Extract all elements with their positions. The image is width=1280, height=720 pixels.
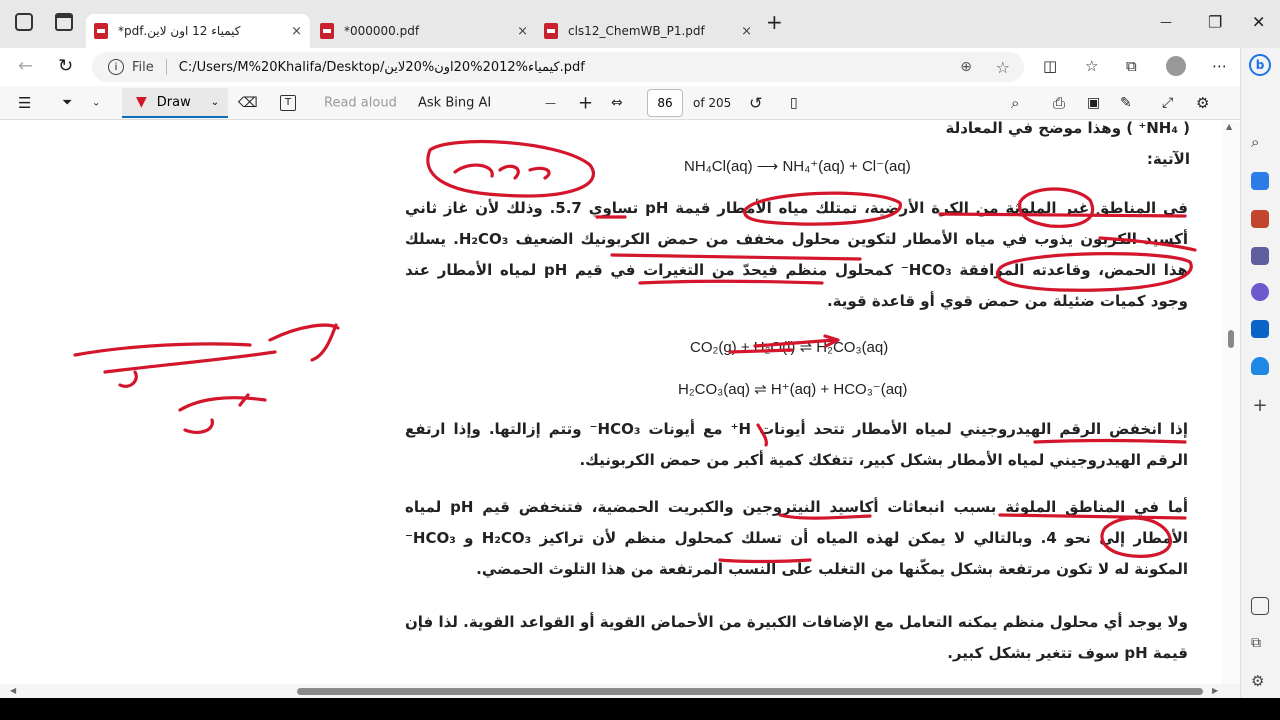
tab-chem-online[interactable]: كيمياء 12 اون لاين.pdf* × xyxy=(86,14,310,48)
microsoft365-icon[interactable] xyxy=(1251,283,1269,301)
collections-icon[interactable]: ⧉ xyxy=(1126,57,1137,75)
taskbar-strip xyxy=(0,698,1280,720)
pdf-icon xyxy=(320,23,334,39)
more-options-icon[interactable]: ⋯ xyxy=(1212,57,1227,75)
contents-icon[interactable]: ☰ xyxy=(18,94,31,112)
profile-avatar[interactable] xyxy=(1166,56,1186,76)
rotate-icon[interactable]: ↺ xyxy=(749,94,762,113)
tab-title: كيمياء 12 اون لاين.pdf* xyxy=(118,24,241,38)
workspaces-icon[interactable] xyxy=(15,13,33,31)
minimize-button[interactable]: — xyxy=(1160,15,1172,29)
sidebar-layout-icon[interactable] xyxy=(1251,597,1269,615)
eraser-icon[interactable]: ⌫ xyxy=(238,95,258,111)
close-tab-button[interactable]: × xyxy=(741,24,752,39)
page-total: of 205 xyxy=(693,96,732,110)
add-sidebar-icon[interactable]: + xyxy=(1251,397,1269,416)
paragraph-unpolluted: في المناطق غير الملوثة من الكرة الأرضية،… xyxy=(405,199,1188,310)
search-icon[interactable]: ⌕ xyxy=(1011,94,1019,112)
pdf-icon xyxy=(94,23,108,39)
pdf-icon xyxy=(544,23,558,39)
page-view-icon[interactable]: ▯ xyxy=(790,95,798,111)
tab-title: cls12_ChemWB_P1.pdf xyxy=(568,24,705,38)
protocol-label: File xyxy=(132,59,154,75)
tab-actions-icon[interactable] xyxy=(55,13,73,31)
save-as-icon[interactable]: ✎ xyxy=(1120,95,1132,111)
address-bar[interactable]: i File C:/Users/M%20Khalifa/Desktop/كيمي… xyxy=(92,52,1024,82)
highlight-icon[interactable]: ⏷ xyxy=(62,96,72,111)
close-tab-button[interactable]: × xyxy=(517,24,528,39)
sidebar-settings-icon[interactable]: ⚙ xyxy=(1251,672,1269,690)
tab-cls12[interactable]: cls12_ChemWB_P1.pdf × xyxy=(536,14,760,48)
equation-carbonic-formation: CO₂(g) + H₂O(l) ⇌ H₂CO₃(aq) xyxy=(690,339,889,356)
page-number-input[interactable]: 86 xyxy=(647,89,683,117)
equation-ammonium-chloride: NH₄Cl(aq) ⟶ NH₄⁺(aq) + Cl⁻(aq) xyxy=(684,158,911,175)
text-box-icon[interactable]: T xyxy=(280,95,296,111)
back-icon[interactable]: ← xyxy=(18,56,33,77)
print-icon[interactable]: ⎙ xyxy=(1053,94,1065,112)
new-tab-button[interactable]: + xyxy=(766,10,783,34)
tools-icon[interactable] xyxy=(1251,210,1269,228)
split-screen-icon[interactable]: ◫ xyxy=(1043,57,1057,75)
restore-button[interactable]: ❐ xyxy=(1208,13,1222,32)
vertical-scroll-thumb[interactable] xyxy=(1228,330,1234,348)
fullscreen-icon[interactable]: ⤢ xyxy=(1162,95,1173,111)
search-icon[interactable]: ⌕ xyxy=(1251,133,1269,151)
zoom-in-button[interactable]: + xyxy=(578,93,593,114)
close-window-button[interactable]: ✕ xyxy=(1252,13,1265,32)
drop-icon[interactable] xyxy=(1251,357,1269,375)
read-aloud-button[interactable]: Read aloud xyxy=(324,96,397,111)
horizontal-scroll-thumb[interactable] xyxy=(297,688,1203,695)
games-icon[interactable] xyxy=(1251,247,1269,265)
bing-copilot-icon[interactable]: b xyxy=(1249,54,1271,76)
favorites-icon[interactable]: ☆ xyxy=(1085,57,1098,75)
info-icon[interactable]: i xyxy=(108,59,124,75)
vertical-scrollbar[interactable] xyxy=(1222,121,1240,684)
pen-icon: ▼ xyxy=(136,94,147,110)
draw-button[interactable]: ▼ Draw ⌄ xyxy=(122,88,228,118)
save-icon[interactable]: ▣ xyxy=(1087,95,1100,111)
title-bar: كيمياء 12 اون لاين.pdf* × *000000.pdf × … xyxy=(0,0,1280,48)
settings-gear-icon[interactable]: ⚙ xyxy=(1196,94,1209,112)
zoom-icon[interactable]: ⊕ xyxy=(960,59,972,75)
fit-page-icon[interactable]: ⇔ xyxy=(611,95,623,111)
draw-label: Draw xyxy=(156,94,191,110)
favorite-star-icon[interactable]: ☆ xyxy=(996,58,1010,77)
refresh-icon[interactable]: ↻ xyxy=(58,56,73,77)
scroll-left-arrow[interactable]: ◀ xyxy=(10,686,16,695)
scroll-right-arrow[interactable]: ▶ xyxy=(1212,686,1218,695)
divider xyxy=(165,59,167,75)
chevron-down-icon: ⌄ xyxy=(210,96,220,108)
top-partial-line: ( NH₄⁺ ) وهذا موضح في المعادلة الآتية: xyxy=(945,119,1190,168)
zoom-out-button[interactable]: — xyxy=(545,97,556,110)
ask-bing-button[interactable]: Ask Bing AI xyxy=(418,96,491,111)
tab-title: *000000.pdf xyxy=(344,24,420,38)
tab-000000[interactable]: *000000.pdf × xyxy=(312,14,536,48)
shopping-tag-icon[interactable] xyxy=(1251,172,1269,190)
url-text[interactable]: C:/Users/M%20Khalifa/Desktop/كيمياء%2012… xyxy=(179,60,585,75)
paragraph-no-buffer: ولا يوجد أي محلول منظم يمكنه التعامل مع … xyxy=(405,613,1188,662)
scroll-up-arrow[interactable]: ▲ xyxy=(1226,122,1232,131)
paragraph-ph-change: إذا انخفض الرقم الهيدروجيني لمياه الأمطا… xyxy=(405,420,1188,469)
outlook-icon[interactable] xyxy=(1251,320,1269,338)
close-tab-button[interactable]: × xyxy=(291,24,302,39)
equation-carbonic-dissociation: H₂CO₃(aq) ⇌ H⁺(aq) + HCO₃⁻(aq) xyxy=(678,381,908,398)
paragraph-polluted: أما في المناطق الملوثة بسبب انبعاثات أكا… xyxy=(405,498,1189,578)
chevron-down-icon[interactable]: ⌄ xyxy=(92,98,100,109)
external-link-icon[interactable]: ⧉ xyxy=(1251,635,1269,653)
